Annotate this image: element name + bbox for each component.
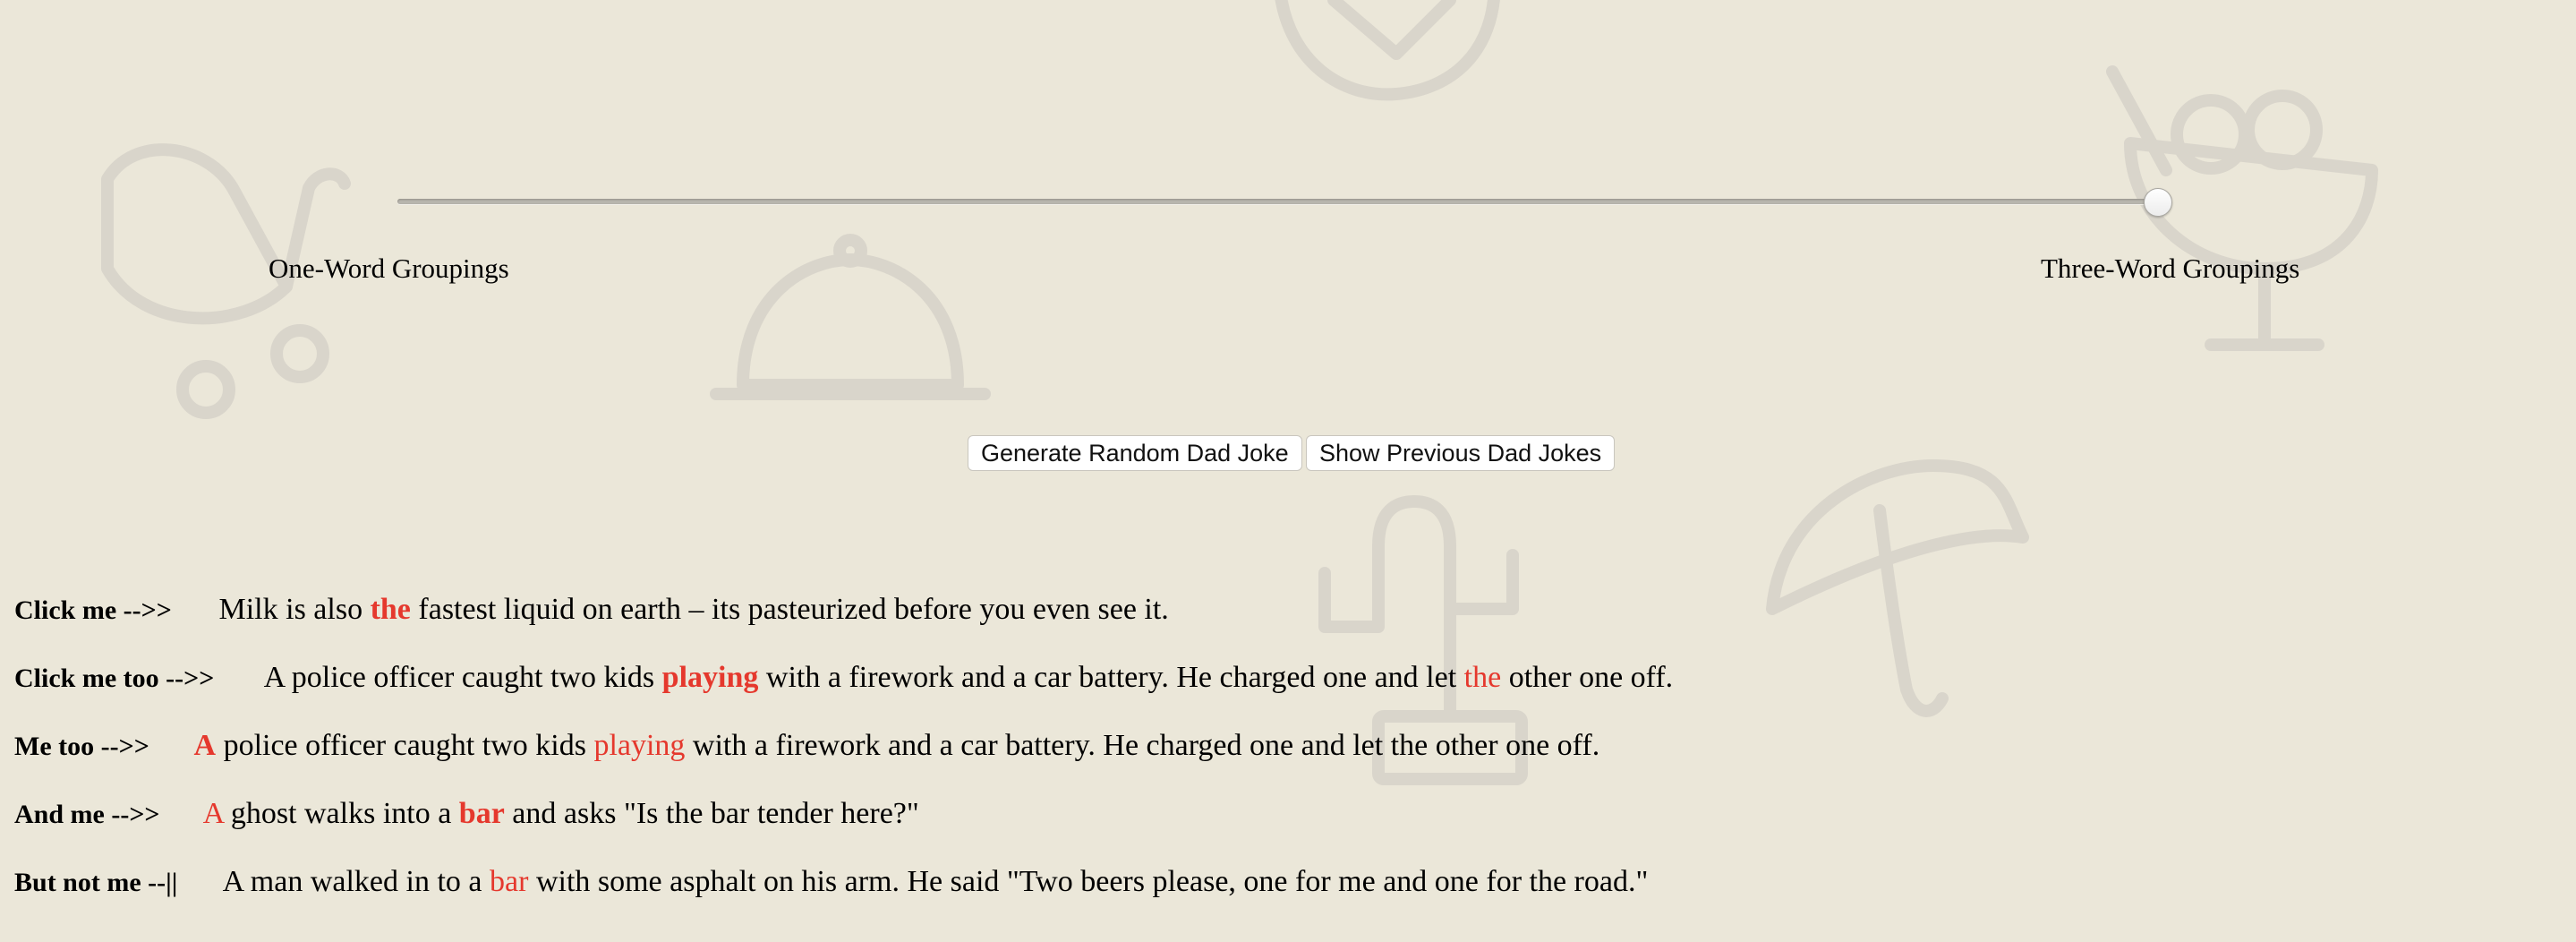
grouping-slider[interactable] bbox=[394, 188, 2172, 217]
joke-prefix: Click me too -->> bbox=[14, 664, 215, 693]
joke-segment: ghost walks into a bbox=[223, 797, 459, 830]
joke-prefix: And me -->> bbox=[14, 800, 160, 829]
joke-row[interactable]: Click me -->> Milk is also the fastest l… bbox=[14, 593, 1169, 627]
slider-track[interactable] bbox=[397, 199, 2154, 204]
joke-segment: A man walked in to a bbox=[222, 865, 490, 898]
slider-min-label: One-Word Groupings bbox=[269, 253, 509, 284]
beach-ball-icon bbox=[1275, 0, 1500, 101]
joke-segment: Milk is also bbox=[218, 593, 371, 626]
previous-jokes-button[interactable]: Show Previous Dad Jokes bbox=[1306, 435, 1616, 471]
joke-prefix: But not me --|| bbox=[14, 868, 178, 897]
highlighted-word: playing bbox=[593, 729, 686, 762]
joke-text[interactable]: A police officer caught two kids playing… bbox=[194, 729, 1600, 762]
joke-segment: with a firework and a car battery. He ch… bbox=[685, 729, 1600, 762]
slider-max-label: Three-Word Groupings bbox=[2041, 253, 2300, 284]
joke-segment: fastest liquid on earth – its pasteurize… bbox=[410, 593, 1169, 626]
joke-row[interactable]: Me too -->> A police officer caught two … bbox=[14, 729, 1599, 763]
joke-prefix: Click me -->> bbox=[14, 595, 172, 625]
joke-segment: and asks "Is the bar tender here?" bbox=[504, 797, 919, 830]
cloche-icon bbox=[710, 234, 991, 400]
highlighted-word: A bbox=[202, 797, 224, 830]
joke-prefix: Me too -->> bbox=[14, 732, 149, 761]
slider-thumb[interactable] bbox=[2144, 188, 2172, 217]
joke-text[interactable]: A ghost walks into a bar and asks "Is th… bbox=[203, 797, 919, 830]
umbrella-icon bbox=[1766, 459, 2029, 717]
highlighted-word: playing bbox=[661, 661, 759, 694]
highlighted-word: bar bbox=[490, 865, 529, 898]
joke-segment: with a firework and a car battery. He ch… bbox=[758, 661, 1464, 694]
joke-segment: police officer caught two kids bbox=[216, 729, 594, 762]
generate-joke-button[interactable]: Generate Random Dad Joke bbox=[968, 435, 1302, 471]
highlighted-word: the bbox=[370, 593, 411, 626]
joke-text[interactable]: Milk is also the fastest liquid on earth… bbox=[219, 593, 1169, 626]
highlighted-word: A bbox=[193, 729, 217, 762]
joke-row[interactable]: And me -->> A ghost walks into a bar and… bbox=[14, 797, 919, 831]
joke-row: But not me --|| A man walked in to a bar… bbox=[14, 865, 1648, 899]
joke-segment: with some asphalt on his arm. He said "T… bbox=[528, 865, 1649, 898]
joke-segment: A police officer caught two kids bbox=[263, 661, 662, 694]
joke-row[interactable]: Click me too -->> A police officer caugh… bbox=[14, 661, 1673, 695]
joke-text: A man walked in to a bar with some aspha… bbox=[223, 865, 1649, 898]
highlighted-word: the bbox=[1463, 661, 1502, 694]
highlighted-word: bar bbox=[458, 797, 505, 830]
joke-text[interactable]: A police officer caught two kids playing… bbox=[264, 661, 1674, 694]
joke-segment: other one off. bbox=[1501, 661, 1674, 694]
